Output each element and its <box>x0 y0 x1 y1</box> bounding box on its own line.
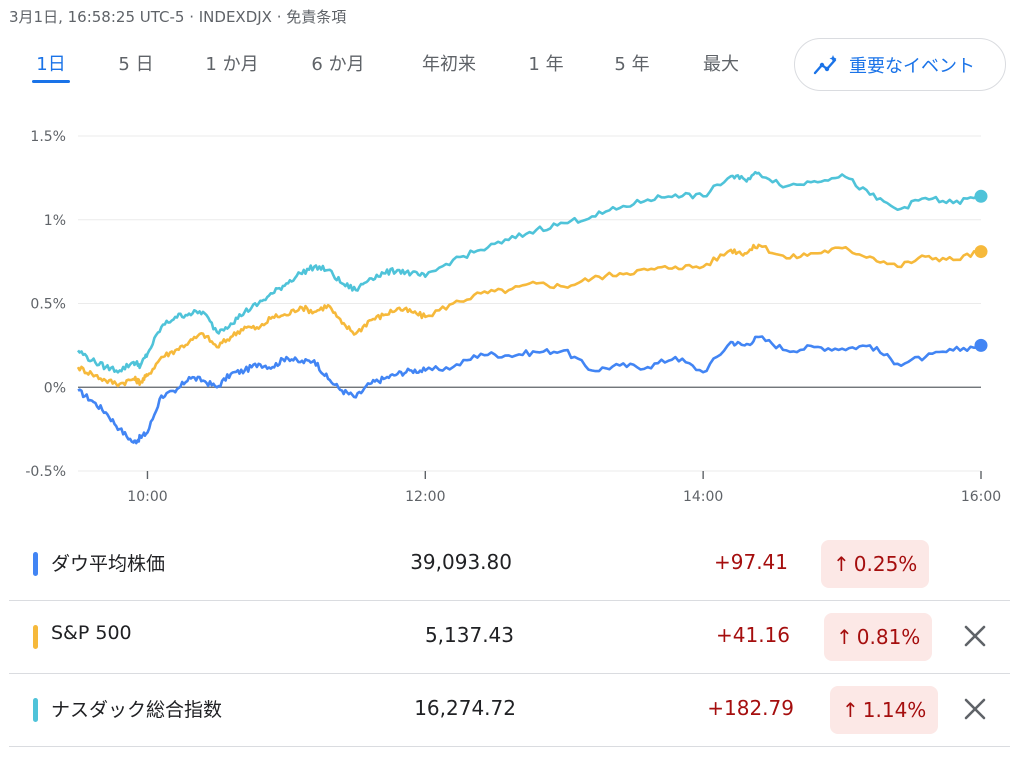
index-change: +97.41 <box>713 550 788 574</box>
x-tick-label: 14:00 <box>683 489 723 505</box>
key-events-button[interactable]: 重要なイベント <box>794 38 1006 91</box>
index-change: +41.16 <box>715 623 790 647</box>
key-events-label: 重要なイベント <box>849 55 975 77</box>
tab-5-days[interactable]: 5 日 <box>118 50 153 82</box>
x-tick-label: 12:00 <box>405 489 445 505</box>
percent-change-badge: ↑ 1.14% <box>830 686 939 734</box>
y-tick-label: 0.5% <box>30 297 66 313</box>
range-tabs: 1日 5 日 1 か月 6 か月 年初来 1 年 5 年 最大 <box>0 50 780 86</box>
index-value: 5,137.43 <box>424 623 514 647</box>
index-name: ナスダック総合指数 <box>51 699 223 721</box>
tab-5-years[interactable]: 5 年 <box>614 50 649 82</box>
trend-sparkle-icon <box>813 54 837 74</box>
series-line <box>77 335 982 445</box>
percent-change-badge: ↑ 0.81% <box>824 613 933 661</box>
index-row-nasdaq[interactable]: ナスダック総合指数 16,274.72 +182.79 ↑ 1.14% <box>9 674 1010 747</box>
tab-1-year[interactable]: 1 年 <box>528 50 563 82</box>
remove-comparison-close-icon[interactable] <box>962 623 988 649</box>
tab-6-months[interactable]: 6 か月 <box>311 50 364 82</box>
index-line-chart: -0.5% 0% 0.5% 1% 1.5% 10:00 12:00 14:00 16:00 <box>25 129 1001 505</box>
percent-change-value: 1.14% <box>862 698 927 722</box>
arrow-up-icon: ↑ <box>836 625 853 649</box>
y-tick-label: -0.5% <box>25 464 66 480</box>
series-color-swatch <box>33 625 38 649</box>
x-tick-label: 10:00 <box>127 489 167 505</box>
percent-change-value: 0.81% <box>856 625 921 649</box>
y-tick-label: 1.5% <box>30 129 66 145</box>
percent-change-badge: ↑ 0.25% <box>821 540 930 588</box>
remove-comparison-close-icon[interactable] <box>962 696 988 722</box>
tab-max[interactable]: 最大 <box>703 50 739 82</box>
quote-meta-line: 3月1日, 16:58:25 UTC-5 · INDEXDJX · 免責条項 <box>9 8 347 26</box>
x-tick-label: 16:00 <box>961 489 1001 505</box>
index-value: 16,274.72 <box>414 696 516 720</box>
series-endpoint-marker <box>974 338 988 352</box>
tab-ytd[interactable]: 年初来 <box>422 50 476 82</box>
y-tick-label: 0% <box>44 380 66 396</box>
index-row-sp500[interactable]: S&P 500 5,137.43 +41.16 ↑ 0.81% <box>9 601 1010 674</box>
index-list: ダウ平均株価 39,093.80 +97.41 ↑ 0.25% S&P 500 … <box>9 528 1010 747</box>
series-endpoint-marker <box>974 189 988 203</box>
index-name: S&P 500 <box>51 622 132 644</box>
active-tab-indicator <box>32 80 70 83</box>
series-color-swatch <box>33 552 38 576</box>
index-value: 39,093.80 <box>410 550 512 574</box>
series-endpoint-marker <box>974 245 988 259</box>
arrow-up-icon: ↑ <box>833 552 850 576</box>
tab-1-day[interactable]: 1日 <box>36 50 65 82</box>
series-color-swatch <box>33 698 38 722</box>
tab-1-month[interactable]: 1 か月 <box>205 50 258 82</box>
index-row-dow[interactable]: ダウ平均株価 39,093.80 +97.41 ↑ 0.25% <box>9 528 1010 601</box>
arrow-up-icon: ↑ <box>842 698 859 722</box>
y-tick-label: 1% <box>44 213 66 229</box>
index-change: +182.79 <box>707 696 794 720</box>
percent-change-value: 0.25% <box>853 552 918 576</box>
series-line <box>76 243 982 388</box>
index-name: ダウ平均株価 <box>51 553 166 575</box>
